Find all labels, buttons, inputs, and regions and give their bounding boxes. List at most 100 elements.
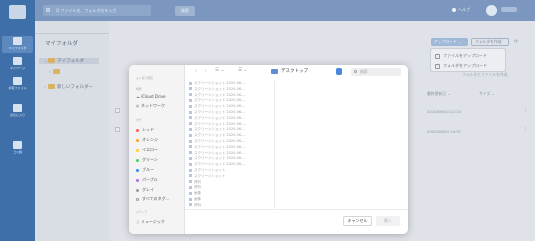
column-header-updated[interactable]: 最終更新日 ⌄ (427, 91, 450, 97)
tag-yellow[interactable]: イエロー (136, 147, 158, 153)
tree-item-new-folder[interactable]: › 新しいフォルダー (44, 84, 93, 90)
file-name: 資料 (194, 185, 201, 190)
folder-icon (48, 84, 55, 89)
help-icon (452, 8, 456, 12)
rail-item-my-folder[interactable]: マイフォルダ (2, 36, 33, 53)
sidebar-item-icloud[interactable]: ☁iCloud Drive (136, 94, 165, 99)
file-name: スクリーンショット (194, 168, 226, 172)
file-list-item[interactable]: スクリーンショット 2020-06-... (189, 110, 271, 114)
tag-red[interactable]: レッド (136, 127, 154, 133)
open-button[interactable]: 開く (376, 216, 400, 226)
file-list-item[interactable]: スクリーンショット 2020-06-... (189, 98, 271, 102)
tag-orange[interactable]: オレンジ (136, 137, 158, 143)
tree-item-subfolder[interactable]: › (49, 69, 62, 75)
menu-footnote: フォルダとファイルを作成 (462, 72, 508, 77)
gray-dot-icon (136, 188, 139, 192)
back-forward-buttons[interactable]: ‹ › (195, 68, 210, 74)
tag-all[interactable]: すべてのタグ... (136, 196, 169, 202)
file-list-item[interactable]: 資料 (189, 185, 271, 189)
file-list-item[interactable]: スクリーンショット 2020-06-... (189, 145, 271, 149)
file-icon (189, 116, 192, 120)
more-icon[interactable]: ⟳ (514, 39, 518, 45)
file-list-item[interactable]: スクリーンショット 2020-06-... (189, 162, 271, 166)
tag-purple[interactable]: パープル (136, 177, 158, 183)
rail-item-my-page[interactable]: マイページ (2, 56, 33, 73)
file-list-item[interactable]: スクリーンショット (189, 168, 271, 172)
file-list-item[interactable]: スクリーンショット 2020-06-... (189, 81, 271, 85)
table-row-updated: 2020/06/14 22:10 (427, 109, 462, 114)
tag-green[interactable]: グリーン (136, 157, 158, 163)
yellow-dot-icon (136, 148, 139, 152)
menu-item-upload-file[interactable]: ファイルをアップロード (435, 53, 487, 59)
folder-icon (13, 37, 22, 45)
sidebar-item-network[interactable]: ◍ ネットワーク (136, 103, 165, 109)
file-list-item[interactable]: スクリーンショット (189, 174, 271, 178)
row-checkbox[interactable] (115, 108, 120, 113)
search-button[interactable]: 検索 (175, 6, 195, 16)
file-list-item[interactable]: スクリーンショット 2020-06-... (189, 116, 271, 120)
file-list-item[interactable]: 資料 (189, 180, 271, 184)
file-list-item[interactable]: スクリーンショット 2020-06-... (189, 93, 271, 97)
trash-icon (13, 141, 22, 149)
link-icon (13, 77, 22, 85)
file-list-item[interactable]: 画像 (189, 197, 271, 201)
desk-icon (13, 57, 22, 65)
file-icon (189, 139, 192, 143)
tag-blue[interactable]: ブルー (136, 167, 154, 173)
row-menu-icon[interactable]: ⋮ (523, 107, 528, 113)
location-chevron-icon[interactable] (336, 68, 342, 75)
rail-item-favorites[interactable]: お気に入り (2, 103, 33, 120)
rail-item-trash[interactable]: ゴミ箱 (2, 140, 33, 157)
file-name: 資料 (194, 202, 201, 207)
rail-item-shared[interactable]: 共有ファイル (2, 76, 33, 93)
user-name[interactable] (501, 7, 517, 12)
file-list-item[interactable]: スクリーンショット 2020-06-... (189, 151, 271, 155)
file-list-item[interactable]: 画像 (189, 191, 271, 195)
help-link[interactable]: ヘルプ (452, 7, 470, 13)
avatar[interactable] (486, 5, 497, 16)
row-checkbox[interactable] (115, 127, 120, 132)
tag-gray[interactable]: グレイ (136, 187, 154, 193)
file-icon (189, 110, 192, 114)
file-name: スクリーンショット 2020-06-... (194, 162, 246, 167)
green-dot-icon (136, 158, 139, 162)
cloud-icon: ☁ (136, 95, 140, 99)
sidebar-item-music[interactable]: ♫ ミュージック (136, 219, 165, 225)
group-button[interactable]: ☰ ⌄ (238, 68, 247, 73)
file-icon (189, 145, 192, 149)
location-popup[interactable]: デスクトップ (281, 68, 308, 74)
tree-item-my-folder[interactable]: ⌄ マイフォルダ (39, 58, 99, 64)
file-icon (189, 87, 192, 91)
file-icon (189, 191, 192, 195)
row-menu-icon[interactable]: ⋮ (523, 127, 528, 133)
view-mode-button[interactable]: ☷ ⌄ (215, 68, 224, 73)
file-list-item[interactable]: 資料 (189, 203, 271, 207)
app-logo[interactable] (9, 5, 26, 19)
file-list-item[interactable]: スクリーンショット 2020-06-... (189, 127, 271, 131)
dialog-search-input[interactable]: 検索 (351, 68, 401, 76)
file-list-item[interactable]: スクリーンショット 2020-06-... (189, 133, 271, 137)
section-favorites: よく使う項目 (136, 76, 153, 80)
file-icon (189, 168, 192, 172)
column-header-size[interactable]: サイズ ⌄ (479, 91, 495, 97)
folder-icon (53, 69, 60, 74)
section-media: メディア (136, 210, 147, 214)
file-icon (189, 180, 192, 184)
file-list-item[interactable]: スクリーンショット 2020-06-... (189, 104, 271, 108)
file-name: スクリーンショット 2020-06-... (194, 133, 246, 138)
file-list-item[interactable]: スクリーンショット 2020-06-... (189, 87, 271, 91)
star-icon (13, 104, 22, 112)
file-name: スクリーンショット 2020-06-... (194, 92, 246, 97)
file-list-item[interactable]: スクリーンショット 2020-06-... (189, 139, 271, 143)
search-input[interactable]: Q ファイル名、フォルダ名を入力 (43, 5, 151, 16)
menu-item-upload-folder[interactable]: フォルダをアップロード (435, 63, 487, 69)
file-name: スクリーンショット 2020-06-... (194, 139, 246, 143)
upload-button[interactable]: アップロード ⌄ (431, 38, 468, 46)
file-icon (189, 185, 192, 189)
new-folder-button[interactable]: フォルダを作成 (471, 38, 509, 46)
divider (35, 33, 109, 34)
file-list-item[interactable]: スクリーンショット 2020-06-... (189, 156, 271, 160)
file-icon (189, 93, 192, 97)
cancel-button[interactable]: キャンセル (343, 216, 372, 226)
file-list-item[interactable]: スクリーンショット 2020-06-... (189, 122, 271, 126)
